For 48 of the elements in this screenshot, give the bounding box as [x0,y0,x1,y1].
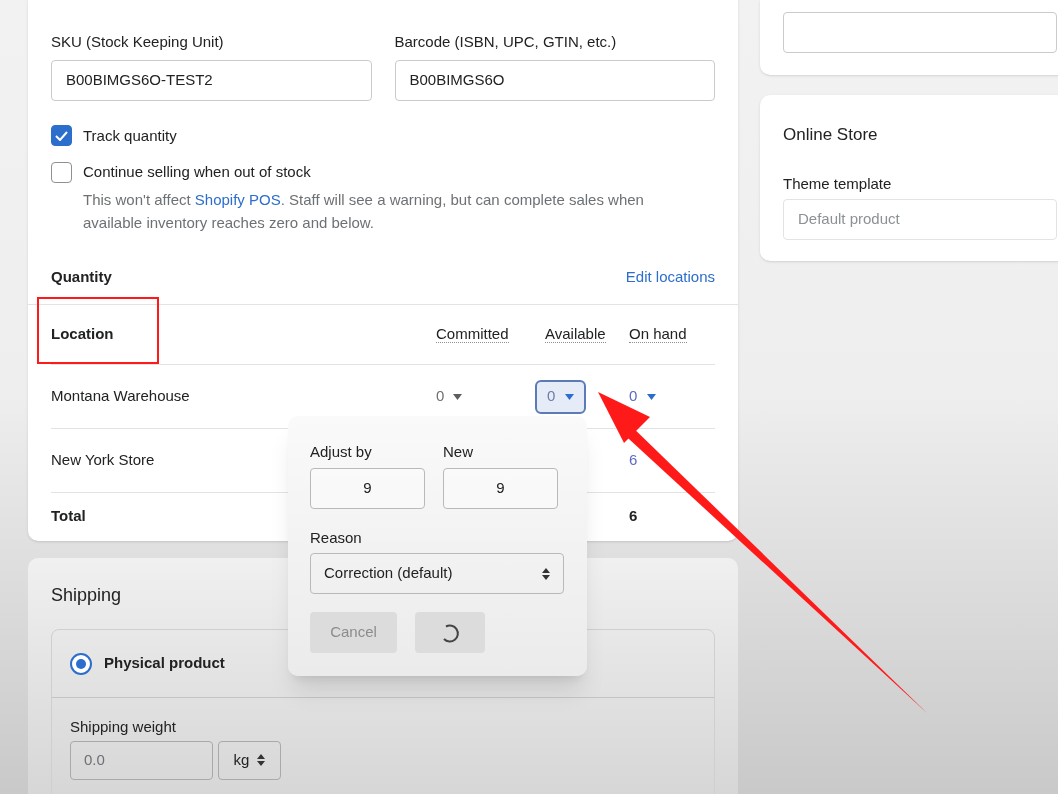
section-title: Online Store [783,124,879,146]
location-name: New York Store [51,450,155,471]
field-label: Barcode (ISBN, UPC, GTIN, etc.) [394,32,618,52]
up-down-arrows-icon [257,754,266,766]
text-field[interactable]: B00BIMGS6O-TEST2 [51,59,372,101]
on-hand-value[interactable]: 0 [629,385,657,408]
checkbox[interactable] [51,161,72,183]
field-label: Theme template [783,173,893,194]
column-header: On hand [629,325,687,344]
theme-template-select[interactable]: Default product [783,199,1057,240]
section-title: Shipping [51,584,123,607]
tags-field[interactable] [783,12,1057,53]
total-value: 6 [629,505,639,526]
field-label: SKU (Stock Keeping Unit) [51,32,225,52]
field-label: New [443,442,474,462]
on-hand-value[interactable]: 6 [629,449,638,472]
text-field[interactable]: B00BIMGS6O [394,59,715,101]
column-header: Committed [436,325,509,344]
available-dropdown[interactable]: 0 [535,379,587,414]
shopify-pos-link[interactable]: Shopify POS [194,190,281,208]
up-down-arrows-icon [542,567,550,580]
number-field[interactable]: 9 [310,467,425,509]
number-field[interactable]: 9 [443,467,558,509]
checkmark-icon [55,130,68,141]
location-name: Montana Warehouse [51,386,190,407]
caret-icon [453,393,463,400]
field-label: Shipping weight [70,717,177,737]
field-label: Adjust by [310,442,373,462]
committed-dropdown[interactable]: 0 [436,385,463,408]
reason-select[interactable]: Correction (default) [310,553,564,594]
loading-spinner-icon [440,622,460,643]
caret-icon [647,393,657,400]
checkbox-label: Continue selling when out of stock [83,162,311,182]
checkbox[interactable] [51,125,72,147]
save-button[interactable] [415,612,485,653]
column-header: Location [51,325,114,343]
unit-select[interactable]: kg [218,740,281,780]
checkbox-label: Track quantity [83,125,177,146]
total-label: Total [51,505,87,526]
weight-field[interactable]: 0.0 [70,740,213,780]
section-title: Quantity [51,266,112,287]
radio-label: Physical product [104,653,225,674]
field-label: Reason [310,527,363,548]
edit-locations-link[interactable]: Edit locations [625,265,715,288]
caret-icon [565,393,575,400]
column-header: Available [545,325,606,344]
help-text: This won't affect Shopify POS. Staff will see a warning, but can complete sales when available inventory reaches zero and below. [83,189,645,233]
radio-button[interactable] [70,652,92,675]
